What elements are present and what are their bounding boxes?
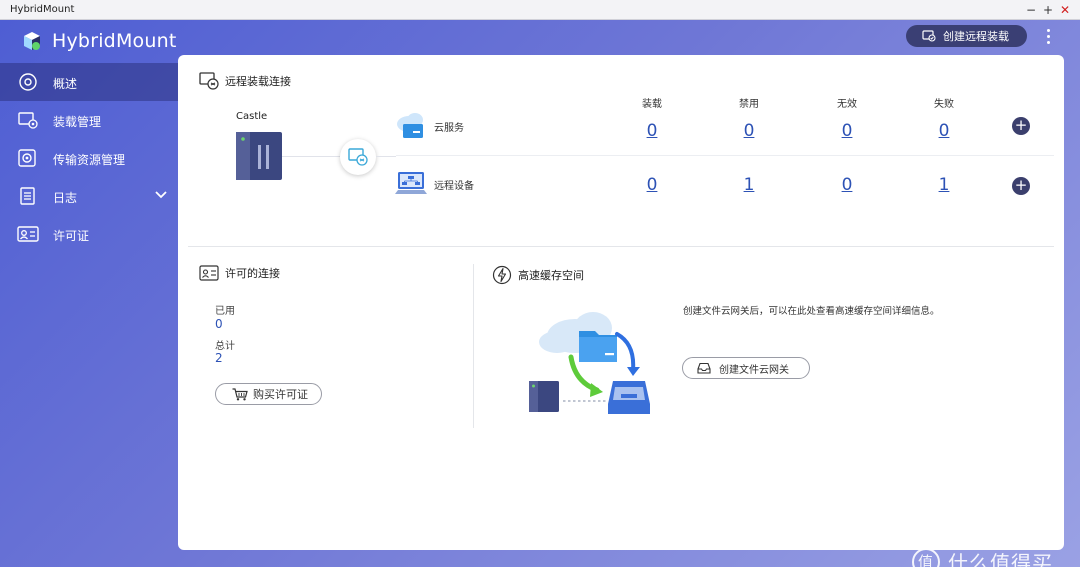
nas-device-icon (236, 132, 282, 180)
connector-line (376, 156, 396, 157)
remote-connections-title-text: 远程装载连接 (225, 75, 291, 88)
app-window: HybridMount 创建远程装载 概述 装载管理 传输资源管理 日志 许可证… (0, 20, 1080, 567)
sidebar-item-log[interactable]: 日志 (0, 177, 178, 215)
row-label-remote-device: 远程设备 (434, 181, 474, 192)
cache-space-title: 高速缓存空间 (492, 265, 584, 285)
more-menu-icon[interactable] (1041, 25, 1055, 47)
window-titlebar: HybridMount − + ✕ (0, 0, 1080, 20)
device-disabled-count[interactable]: 1 (734, 175, 764, 195)
add-remote-device-button[interactable]: + (1012, 177, 1030, 195)
hybridmount-logo-icon (24, 32, 40, 50)
sidebar: 概述 装载管理 传输资源管理 日志 许可证 (0, 63, 178, 253)
used-label: 已用 (215, 306, 235, 317)
remote-device-icon (395, 172, 427, 194)
create-remote-mount-button[interactable]: 创建远程装载 (906, 25, 1027, 47)
licensed-connections-title: 许可的连接 (199, 265, 280, 281)
sidebar-item-label: 装载管理 (53, 115, 102, 129)
sidebar-item-label: 概述 (53, 77, 78, 91)
column-header-mounted: 装载 (642, 99, 662, 110)
close-button[interactable]: ✕ (1058, 2, 1072, 18)
overview-panel: 远程装载连接 Castle 装载 禁用 无效 失败 云服务 0 0 0 0 + … (178, 55, 1064, 550)
row-label-cloud-service: 云服务 (434, 123, 464, 134)
license-icon (199, 265, 219, 281)
shopping-cart-icon (232, 387, 248, 400)
overview-icon (19, 73, 37, 91)
transfer-resource-icon (18, 149, 36, 167)
device-invalid-count[interactable]: 0 (832, 175, 862, 195)
sidebar-item-mount-management[interactable]: 装载管理 (0, 101, 178, 139)
chevron-down-icon[interactable] (155, 190, 167, 200)
connector-line (282, 156, 342, 157)
section-divider (188, 246, 1054, 247)
cache-gateway-illustration (529, 312, 650, 414)
device-mounted-count[interactable]: 0 (637, 175, 667, 195)
cloud-invalid-count[interactable]: 0 (832, 121, 862, 141)
row-divider (396, 155, 1054, 156)
licensed-connections-title-text: 许可的连接 (225, 267, 280, 280)
watermark-logo-icon: 值 (912, 547, 940, 567)
buy-license-label: 购买许可证 (253, 388, 308, 401)
cloud-disabled-count[interactable]: 0 (734, 121, 764, 141)
sidebar-item-label: 许可证 (53, 229, 90, 243)
cache-space-title-text: 高速缓存空间 (518, 269, 584, 282)
maximize-button[interactable]: + (1041, 2, 1055, 18)
watermark-text: 什么值得买 (948, 551, 1053, 567)
minimize-button[interactable]: − (1024, 2, 1038, 18)
create-remote-mount-label: 创建远程装载 (943, 30, 1009, 43)
column-header-failed: 失败 (934, 99, 954, 110)
remote-connections-title: 远程装载连接 (199, 71, 291, 91)
create-file-cloud-gateway-label: 创建文件云网关 (719, 364, 789, 376)
mount-management-icon (18, 112, 38, 129)
section-divider (473, 264, 474, 428)
watermark: 值 什么值得买 (912, 547, 1053, 567)
remote-mount-icon (922, 30, 936, 42)
log-icon (20, 187, 35, 205)
link-icon (348, 148, 368, 166)
app-brand: HybridMount (22, 28, 177, 54)
sidebar-item-license[interactable]: 许可证 (0, 215, 178, 253)
cloud-mounted-count[interactable]: 0 (637, 121, 667, 141)
column-header-disabled: 禁用 (739, 99, 759, 110)
device-failed-count[interactable]: 1 (929, 175, 959, 195)
total-value: 2 (215, 351, 223, 365)
remote-connection-icon (199, 72, 219, 90)
cloud-service-icon (397, 113, 423, 138)
sidebar-item-label: 传输资源管理 (53, 153, 126, 167)
create-file-cloud-gateway-button[interactable]: 创建文件云网关 (682, 357, 810, 379)
device-name: Castle (236, 111, 268, 122)
buy-license-button[interactable]: 购买许可证 (215, 383, 322, 405)
app-name: HybridMount (52, 30, 177, 52)
window-title: HybridMount (10, 4, 75, 15)
cloud-failed-count[interactable]: 0 (929, 121, 959, 141)
used-value: 0 (215, 317, 223, 331)
lightning-icon (492, 265, 512, 285)
total-label: 总计 (215, 341, 235, 352)
add-cloud-service-button[interactable]: + (1012, 117, 1030, 135)
license-icon (17, 226, 39, 242)
sidebar-item-overview[interactable]: 概述 (0, 63, 178, 101)
column-header-invalid: 无效 (837, 99, 857, 110)
cache-space-description: 创建文件云网关后，可以在此处查看高速缓存空间详细信息。 (683, 306, 940, 317)
sidebar-item-transfer-resources[interactable]: 传输资源管理 (0, 139, 178, 177)
sidebar-item-label: 日志 (53, 191, 78, 205)
link-status (340, 139, 376, 175)
inbox-icon (697, 362, 711, 374)
